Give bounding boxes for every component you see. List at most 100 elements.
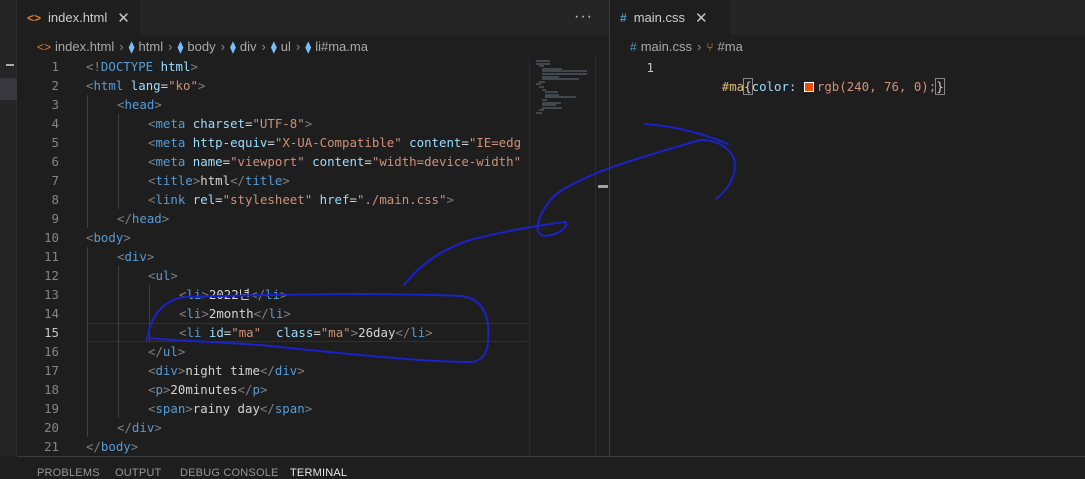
code-line[interactable]: 14 <li>2month</li> [17, 304, 527, 323]
line-number: 8 [51, 192, 59, 207]
code-line[interactable]: 1 <!DOCTYPE html> [17, 57, 527, 76]
code-token: > [279, 287, 288, 302]
breadcrumb-item[interactable]: <> index.html [37, 39, 114, 54]
code-token: "ma" [231, 325, 262, 340]
code-token: </ [259, 401, 275, 416]
tab-bar-right: # main.css ✕ [610, 0, 1085, 35]
code-line[interactable]: 4 <meta charset="UTF-8"> [17, 114, 527, 133]
code-line[interactable]: 7 <title>html</title> [17, 171, 527, 190]
minimap-line [542, 78, 579, 81]
symbol-icon: ⑂ [706, 39, 714, 54]
code-token: > [201, 287, 209, 302]
code-token: class [276, 325, 314, 340]
code-text: </div> [117, 418, 162, 437]
code-text: <ul> [148, 266, 178, 285]
breadcrumb-separator-icon: › [220, 38, 225, 54]
css-value: rgb(240, 76, 0); [816, 79, 937, 94]
indent-guide [87, 399, 88, 418]
scrollbar-thumb[interactable] [598, 185, 608, 188]
panel-tab-problems[interactable]: PROBLEMS [37, 467, 100, 479]
code-line[interactable]: 15 <li id="ma" class="ma">26day</li> [17, 323, 527, 342]
code-token: 2month [208, 306, 254, 321]
breadcrumb-item[interactable]: ⧫ body [177, 39, 215, 54]
panel-tab-terminal[interactable]: TERMINAL [290, 467, 347, 479]
breadcrumb-item[interactable]: ⑂ #ma [706, 39, 743, 54]
indent-guide [149, 285, 150, 304]
close-icon[interactable]: ✕ [695, 9, 708, 27]
panel-tab-output[interactable]: OUTPUT [115, 467, 161, 479]
code-line[interactable]: 16 </ul> [17, 342, 527, 361]
breadcrumb-item[interactable]: ⧫ li#ma.ma [305, 39, 368, 54]
code-token: meta [155, 116, 186, 131]
code-line[interactable]: 2 <html lang="ko"> [17, 76, 527, 95]
brace-close: } [935, 78, 945, 95]
vertical-scrollbar[interactable] [595, 57, 609, 456]
css-rule[interactable]: #ma{color: rgb(240, 76, 0);} [677, 58, 945, 95]
code-text: <html lang="ko"> [86, 76, 205, 95]
code-line[interactable]: 3 <head> [17, 95, 527, 114]
code-token: </ [395, 325, 411, 340]
code-token: > [154, 420, 162, 435]
code-text: <span>rainy day</span> [148, 399, 312, 418]
indent-guide [87, 323, 88, 342]
code-token: <! [86, 59, 101, 74]
code-token: li [186, 287, 202, 302]
code-token: "ko" [168, 78, 198, 93]
tab-bar-left: <> index.html ✕ ··· [17, 0, 609, 35]
code-line[interactable]: 17 <div>night time</div> [17, 361, 527, 380]
code-line[interactable]: 13 <li>2022년</li> [17, 285, 527, 304]
code-line[interactable]: 12 <ul> [17, 266, 527, 285]
code-token: > [177, 344, 186, 359]
html-file-icon: <> [27, 10, 42, 25]
activity-item-icon[interactable] [6, 64, 14, 66]
code-token: > [201, 306, 209, 321]
code-token: > [259, 382, 268, 397]
line-number: 7 [51, 173, 59, 188]
code-line[interactable]: 19 <span>rainy day</span> [17, 399, 527, 418]
code-text: <meta http-equiv="X-UA-Compatible" conte… [148, 133, 521, 152]
code-line[interactable]: 6 <meta name="viewport" content="width=de… [17, 152, 527, 171]
code-token: > [304, 116, 313, 131]
code-text: <meta name="viewport" content="width=dev… [148, 152, 521, 171]
code-token: > [190, 59, 198, 74]
close-icon[interactable]: ✕ [117, 9, 130, 27]
code-line[interactable]: 20 </div> [17, 418, 527, 437]
panel-tab-debug-console[interactable]: DEBUG CONSOLE [180, 467, 279, 479]
code-token: html [93, 78, 124, 93]
tab-main-css[interactable]: # main.css ✕ [610, 0, 730, 35]
editor-group-right: # main.css ✕ # main.css › ⑂ #ma 1 #ma{color:… [610, 0, 1085, 456]
code-token: DOCTYPE [100, 59, 154, 74]
breadcrumb-item[interactable]: # main.css [630, 39, 692, 54]
minimap-line [536, 112, 543, 114]
code-text: </ul> [148, 342, 185, 361]
tab-index-html[interactable]: <> index.html ✕ [17, 0, 140, 35]
more-actions-icon[interactable]: ··· [574, 8, 593, 26]
code-line[interactable]: 5 <meta http-equiv="X-UA-Compatible" cont… [17, 133, 527, 152]
code-token: = [364, 154, 372, 169]
code-line[interactable]: 21 </body> [17, 437, 527, 456]
activity-item-selected[interactable] [0, 78, 17, 100]
code-line[interactable]: 8 <link rel="stylesheet" href="./main.css… [17, 190, 527, 209]
code-line[interactable]: 9 </head> [17, 209, 527, 228]
indent-guide [118, 323, 119, 342]
line-number: 12 [44, 268, 59, 283]
code-token: 20minutes [170, 382, 238, 397]
minimap[interactable] [529, 57, 595, 456]
code-editor-html[interactable]: 1 <!DOCTYPE html> 2 <html lang="ko"> 3 <head>… [17, 57, 609, 456]
code-line[interactable]: 11 <div> [17, 247, 527, 266]
code-text: <li id="ma" class="ma">26day</li> [179, 323, 433, 342]
color-swatch[interactable] [803, 82, 814, 92]
minimap-line [542, 106, 562, 109]
breadcrumb-item[interactable]: ⧫ div [230, 39, 257, 54]
indent-guide [87, 285, 88, 304]
line-number: 21 [44, 439, 59, 454]
breadcrumb-item[interactable]: ⧫ html [129, 39, 164, 54]
code-line[interactable]: 10 <body> [17, 228, 527, 247]
breadcrumb-item[interactable]: ⧫ ul [271, 39, 291, 54]
code-line[interactable]: 18 <p>20minutes</p> [17, 380, 527, 399]
